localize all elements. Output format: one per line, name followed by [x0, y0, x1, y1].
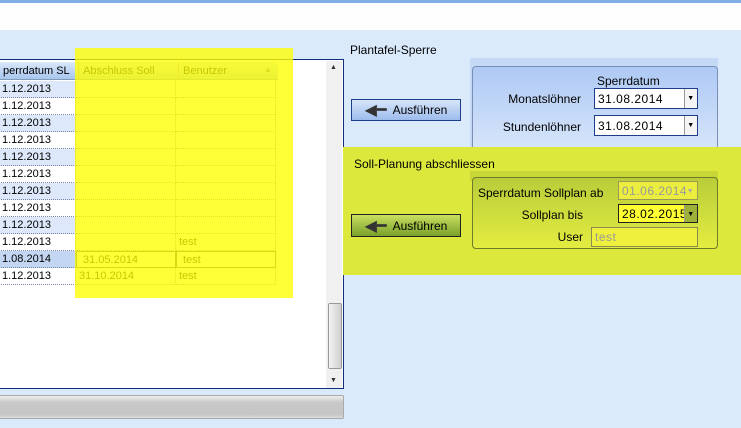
table-cell[interactable]: 1.12.2013 — [0, 268, 76, 285]
stundenloehner-value: 31.08.2014 — [598, 119, 664, 133]
column-header-label: Benutzer — [183, 65, 228, 77]
table-cell[interactable]: 1.12.2013 — [0, 200, 76, 217]
table-cell[interactable] — [76, 200, 176, 217]
table-cell[interactable]: test — [176, 251, 276, 268]
table-cell[interactable]: test — [176, 234, 276, 251]
table-cell[interactable]: 1.12.2013 — [0, 183, 76, 200]
table-cell[interactable]: 1.12.2013 — [0, 234, 76, 251]
table-cell[interactable] — [76, 132, 176, 149]
table-row[interactable]: 1.12.2013 test — [0, 234, 277, 251]
table-cell[interactable] — [176, 200, 276, 217]
table-cell[interactable]: 1.12.2013 — [0, 217, 76, 234]
table-row[interactable]: 1.12.2013 — [0, 149, 277, 166]
scroll-down-icon[interactable]: ▼ — [330, 377, 337, 384]
monatsloehner-value: 31.08.2014 — [598, 92, 664, 106]
table-cell[interactable] — [76, 98, 176, 115]
stundenloehner-date-picker[interactable]: 31.08.2014 ▼ — [594, 115, 698, 136]
horizontal-scrollbar[interactable] — [0, 395, 344, 419]
sort-ascending-icon: ▲ — [264, 65, 272, 74]
table-row[interactable]: 1.08.2014 31.05.2014 test — [0, 251, 277, 268]
table-cell[interactable] — [176, 217, 276, 234]
column-header-sperrdatum-sl[interactable]: perrdatum SL — [0, 62, 78, 80]
sollplan-ab-label: Sperrdatum Sollplan ab — [478, 186, 604, 200]
sollplan-bis-value: 28.02.2015 — [622, 207, 688, 221]
table-cell[interactable] — [176, 149, 276, 166]
table-row[interactable]: 1.12.2013 — [0, 115, 277, 132]
table-cell[interactable]: 1.12.2013 — [0, 166, 76, 183]
table-row[interactable]: 1.12.2013 — [0, 81, 277, 98]
table-cell[interactable]: 1.12.2013 — [0, 81, 76, 98]
table-cell[interactable] — [176, 81, 276, 98]
table-cell[interactable]: 1.12.2013 — [0, 98, 76, 115]
soll-title: Soll-Planung abschliessen — [354, 157, 495, 171]
arrow-left-icon: ◀━ — [364, 102, 387, 119]
table-row[interactable]: 1.12.2013 — [0, 166, 277, 183]
table-cell[interactable]: 31.05.2014 — [76, 251, 176, 268]
table-row[interactable]: 1.12.2013 — [0, 132, 277, 149]
monatsloehner-label: Monatslöhner — [508, 92, 581, 106]
table-cell[interactable]: 1.08.2014 — [0, 251, 76, 268]
user-field: test — [591, 227, 698, 247]
data-grid[interactable]: perrdatum SL Abschluss Soll Benutzer ▲ 1.… — [0, 59, 344, 389]
table-cell[interactable]: 1.12.2013 — [0, 132, 76, 149]
table-cell[interactable] — [176, 183, 276, 200]
stundenloehner-label: Stundenlöhner — [502, 120, 581, 134]
table-cell[interactable] — [76, 149, 176, 166]
button-label: Ausführen — [392, 103, 448, 117]
sperrdatum-label: Sperrdatum — [597, 74, 660, 88]
sollplan-ab-date-picker: 01.06.2014 ▼ — [618, 181, 698, 200]
table-cell[interactable] — [76, 234, 176, 251]
sollplan-bis-date-picker[interactable]: 28.02.2015 ▼ — [618, 204, 698, 223]
table-row[interactable]: 1.12.2013 — [0, 200, 277, 217]
table-row[interactable]: 1.12.2013 31.10.2014 test — [0, 268, 277, 285]
table-cell[interactable] — [76, 81, 176, 98]
table-cell[interactable] — [76, 217, 176, 234]
table-cell[interactable] — [176, 132, 276, 149]
table-cell[interactable] — [176, 115, 276, 132]
table-cell[interactable]: 1.12.2013 — [0, 149, 76, 166]
table-cell[interactable] — [176, 166, 276, 183]
column-header-benutzer[interactable]: Benutzer ▲ — [178, 62, 278, 80]
toolbar-strip — [0, 3, 741, 30]
chevron-down-icon: ▼ — [686, 188, 695, 195]
table-cell[interactable] — [76, 115, 176, 132]
scrollbar-thumb[interactable] — [328, 303, 342, 369]
table-row[interactable]: 1.12.2013 — [0, 183, 277, 200]
soll-execute-button[interactable]: ◀━ Ausführen — [351, 214, 461, 237]
table-cell[interactable]: test — [176, 268, 276, 285]
scroll-up-icon[interactable]: ▲ — [330, 64, 337, 71]
soll-group: Sperrdatum Sollplan ab 01.06.2014 ▼ Sollp… — [472, 177, 718, 249]
table-row[interactable]: 1.12.2013 — [0, 217, 277, 234]
column-header-abschluss-soll[interactable]: Abschluss Soll — [78, 62, 178, 80]
table-cell[interactable] — [76, 166, 176, 183]
user-label: User — [557, 230, 583, 244]
table-row[interactable]: 1.12.2013 — [0, 98, 277, 115]
sollplan-ab-value: 01.06.2014 — [622, 184, 688, 198]
table-cell[interactable]: 31.10.2014 — [76, 268, 176, 285]
chevron-down-icon[interactable]: ▼ — [684, 205, 697, 222]
chevron-down-icon[interactable]: ▼ — [684, 89, 697, 108]
plantafel-execute-button[interactable]: ◀━ Ausführen — [351, 99, 461, 121]
table-cell[interactable] — [176, 98, 276, 115]
plantafel-group: Sperrdatum Monatslöhner 31.08.2014 ▼ Stun… — [472, 66, 718, 150]
table-cell[interactable] — [76, 183, 176, 200]
sollplan-bis-label: Sollplan bis — [521, 208, 583, 222]
button-label: Ausführen — [392, 218, 448, 233]
chevron-down-icon[interactable]: ▼ — [684, 116, 697, 135]
plantafel-title: Plantafel-Sperre — [350, 43, 437, 57]
arrow-left-icon: ◀━ — [364, 217, 387, 235]
table-cell[interactable]: 1.12.2013 — [0, 115, 76, 132]
monatsloehner-date-picker[interactable]: 31.08.2014 ▼ — [594, 88, 698, 109]
